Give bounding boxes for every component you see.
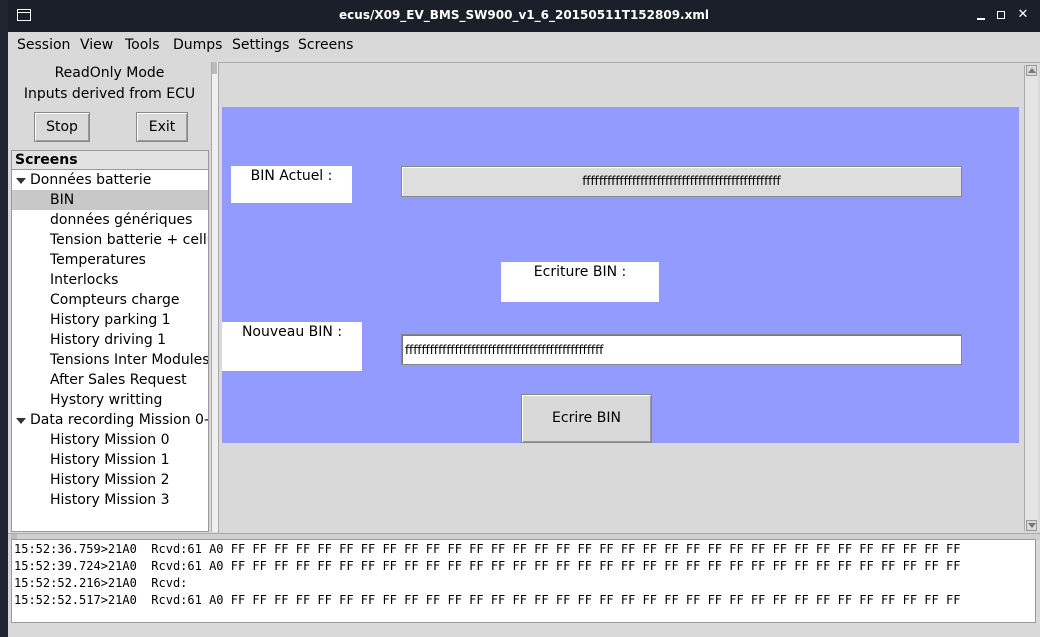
mode-label: ReadOnly Mode (54, 65, 165, 81)
bin-actuel-field: ffffffffffffffffffffffffffffffffffffffff… (401, 166, 962, 197)
tree-item[interactable]: History Mission 3 (12, 490, 208, 510)
tree-group-data-recording[interactable]: Data recording Mission 0--> (12, 410, 208, 430)
log-line: 15:52:52.517>21A0 Rcvd:61 A0 FF FF FF FF… (14, 593, 961, 607)
menu-view[interactable]: View (80, 37, 113, 53)
menu-settings[interactable]: Settings (232, 37, 289, 53)
tree-item[interactable]: History Mission 2 (12, 470, 208, 490)
log-line: 15:52:39.724>21A0 Rcvd:61 A0 FF FF FF FF… (14, 559, 961, 573)
bottom-strip (8, 623, 1040, 637)
maximize-icon (997, 11, 1005, 19)
left-panel-scrollbar[interactable] (211, 62, 218, 532)
menu-screens[interactable]: Screens (298, 37, 353, 53)
minimize-button[interactable] (974, 8, 988, 22)
scroll-up-icon[interactable] (1026, 65, 1037, 76)
log-line: 15:52:36.759>21A0 Rcvd:61 A0 FF FF FF FF… (14, 542, 961, 556)
inputs-source-label: Inputs derived from ECU (23, 86, 196, 102)
screens-tree-header: Screens (12, 151, 208, 170)
title-bar[interactable]: ecus/X09_EV_BMS_SW900_v1_6_20150511T1528… (8, 0, 1040, 32)
nouveau-bin-input[interactable] (401, 334, 962, 365)
screens-tree: Screens Données batterie BIN données gén… (11, 150, 209, 532)
screen-panel-scrollbar[interactable] (1024, 65, 1038, 531)
ecrire-bin-button[interactable]: Ecrire BIN (521, 394, 652, 443)
ecriture-bin-label: Ecriture BIN : (501, 262, 659, 302)
minimize-icon (977, 18, 985, 20)
exit-button[interactable]: Exit (136, 112, 188, 142)
log-panel: 15:52:36.759>21A0 Rcvd:61 A0 FF FF FF FF… (11, 539, 1036, 623)
menu-tools[interactable]: Tools (125, 37, 160, 53)
tree-item[interactable]: Interlocks (12, 270, 208, 290)
tree-item-bin[interactable]: BIN (12, 190, 208, 210)
window-title: ecus/X09_EV_BMS_SW900_v1_6_20150511T1528… (339, 8, 709, 22)
tree-item[interactable]: Temperatures (12, 250, 208, 270)
tree-item[interactable]: History Mission 1 (12, 450, 208, 470)
menu-dumps[interactable]: Dumps (173, 37, 222, 53)
tree-item[interactable]: Tensions Inter Modules (12, 350, 208, 370)
tree-item[interactable]: données génériques (12, 210, 208, 230)
tree-item[interactable]: History driving 1 (12, 330, 208, 350)
tree-group-donnees-batterie[interactable]: Données batterie (12, 170, 208, 190)
log-line: 15:52:52.216>21A0 Rcvd: (14, 576, 188, 590)
screen-panel: BIN Actuel : fffffffffffffffffffffffffff… (218, 62, 1040, 533)
scroll-down-icon[interactable] (1026, 520, 1037, 531)
bin-actuel-label: BIN Actuel : (231, 166, 352, 203)
tree-item[interactable]: History Mission 0 (12, 430, 208, 450)
nouveau-bin-label: Nouveau BIN : (222, 322, 362, 371)
bin-screen-area: BIN Actuel : fffffffffffffffffffffffffff… (222, 107, 1019, 443)
maximize-button[interactable] (994, 8, 1008, 22)
expand-triangle-icon[interactable] (16, 178, 26, 184)
tree-item[interactable]: Tension batterie + cellul (12, 230, 208, 250)
stop-button[interactable]: Stop (34, 112, 90, 142)
app-window: ecus/X09_EV_BMS_SW900_v1_6_20150511T1528… (8, 0, 1040, 637)
tree-item[interactable]: After Sales Request (12, 370, 208, 390)
left-panel: ReadOnly Mode Inputs derived from ECU St… (11, 62, 218, 532)
tree-item[interactable]: History parking 1 (12, 310, 208, 330)
close-button[interactable]: ✕ (1016, 8, 1030, 22)
scrollbar-thumb[interactable] (212, 62, 217, 74)
tree-item[interactable]: Hystory writting (12, 390, 208, 410)
expand-triangle-icon[interactable] (16, 418, 26, 424)
menu-session[interactable]: Session (17, 37, 70, 53)
tree-item[interactable]: Compteurs charge (12, 290, 208, 310)
menu-bar: Session View Tools Dumps Settings Screen… (8, 32, 1040, 58)
